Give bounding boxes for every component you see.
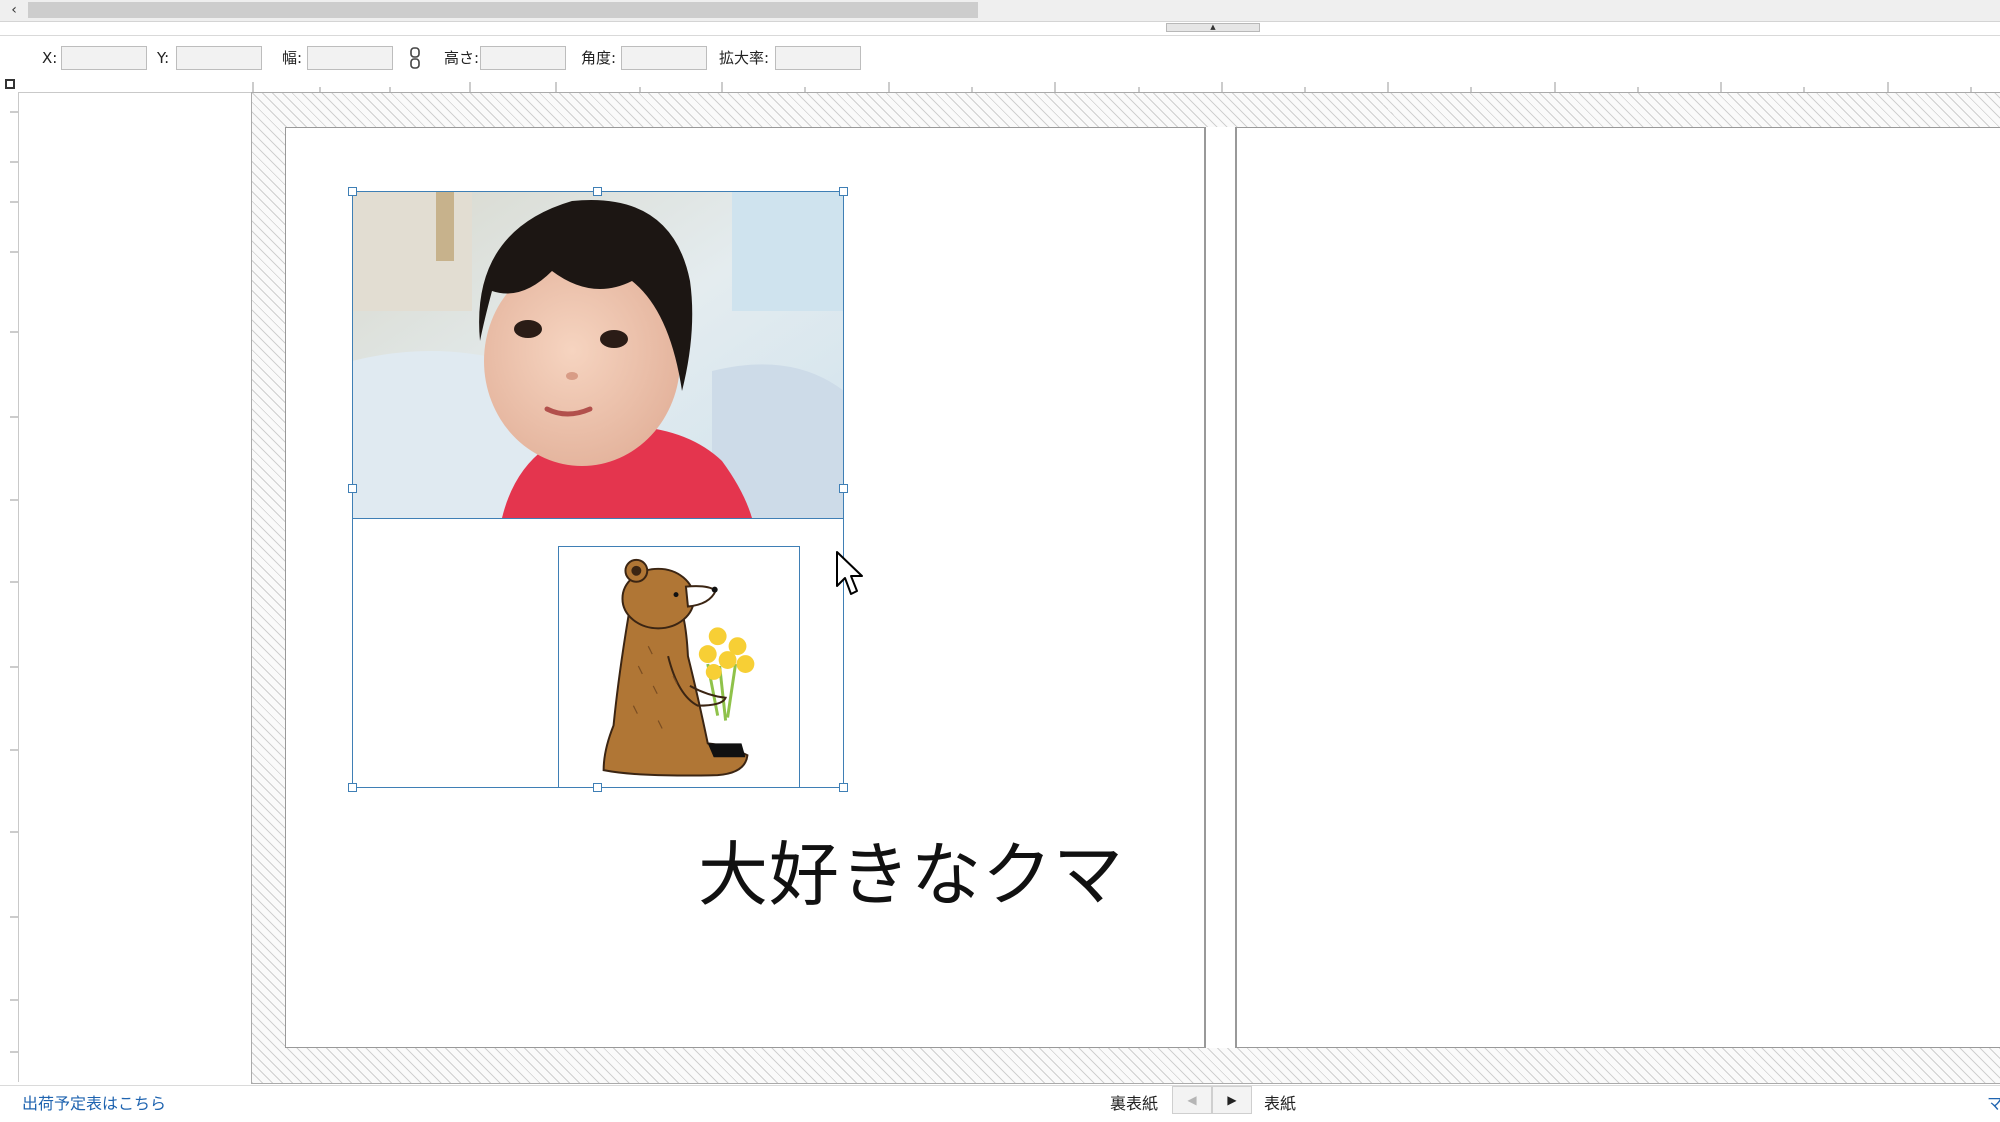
status-corner-link[interactable]: マ	[1987, 1090, 2000, 1114]
resize-handle-bottom-left[interactable]	[348, 783, 357, 792]
x-field[interactable]	[61, 46, 147, 70]
scale-field[interactable]	[775, 46, 861, 70]
shipping-schedule-link[interactable]: 出荷予定表はこちら	[22, 1090, 166, 1114]
status-bar	[0, 1085, 2000, 1122]
angle-field[interactable]	[621, 46, 707, 70]
front-cover-page[interactable]	[1236, 127, 2000, 1048]
height-field[interactable]	[480, 46, 566, 70]
horizontal-ruler	[0, 78, 2000, 93]
angle-label: 角度:	[581, 49, 617, 67]
caption-text[interactable]: 大好きなクマ	[698, 832, 1124, 918]
resize-handle-right[interactable]	[839, 484, 848, 493]
collapse-panel-button[interactable]: ▲	[1166, 23, 1260, 32]
scrollbar-thumb[interactable]	[28, 2, 978, 18]
front-cover-label: 表紙	[1264, 1094, 1297, 1113]
back-cover-label: 裏表紙	[1110, 1094, 1159, 1113]
width-label: 幅:	[282, 49, 303, 67]
x-label: X:	[42, 49, 58, 67]
ruler-origin-button[interactable]	[5, 79, 15, 89]
spine-area	[1205, 127, 1236, 1048]
scale-label: 拡大率:	[719, 49, 770, 67]
y-field[interactable]	[176, 46, 262, 70]
mouse-pointer-icon	[836, 551, 863, 595]
vertical-ruler	[0, 92, 19, 1082]
resize-handle-bottom[interactable]	[593, 783, 602, 792]
y-label: Y:	[157, 49, 170, 67]
photo-bottom-edge	[352, 518, 844, 519]
width-field[interactable]	[307, 46, 393, 70]
bear-illustration[interactable]	[558, 546, 800, 788]
chain-link-icon[interactable]	[409, 47, 421, 69]
resize-handle-top-right[interactable]	[839, 187, 848, 196]
resize-handle-bottom-right[interactable]	[839, 783, 848, 792]
toolbar-separator	[0, 35, 2000, 36]
triangle-right-icon[interactable]: ▶	[1212, 1086, 1252, 1114]
resize-handle-top[interactable]	[593, 187, 602, 196]
resize-handle-left[interactable]	[348, 484, 357, 493]
triangle-left-icon[interactable]: ◀	[1172, 1086, 1212, 1114]
scroll-left-icon[interactable]: ‹	[2, 1, 26, 19]
height-label: 高さ:	[444, 49, 480, 67]
resize-handle-top-left[interactable]	[348, 187, 357, 196]
